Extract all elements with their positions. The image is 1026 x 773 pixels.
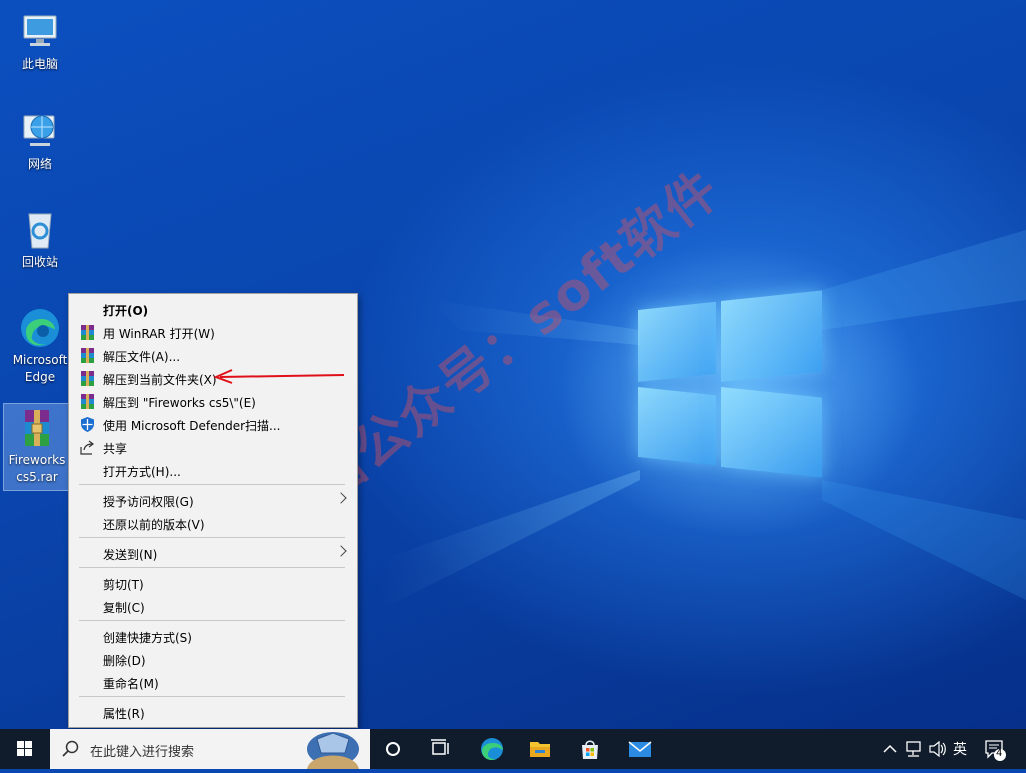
menu-item-share[interactable]: 共享 (69, 436, 357, 459)
desktop-icon-label: 网络 (27, 157, 52, 171)
menu-separator (79, 537, 345, 538)
winrar-icon (79, 347, 96, 364)
annotation-arrow (213, 369, 345, 384)
menu-item-open-with-winrar[interactable]: 用 WinRAR 打开(W) (69, 321, 357, 344)
edge-icon (481, 738, 503, 761)
desktop: 此电脑 网络 回收站 Microsoft Edge Fireworks cs5.… (0, 0, 1026, 729)
action-center-button[interactable]: 4 (982, 729, 1008, 769)
menu-item-grant-access[interactable]: 授予访问权限(G) (69, 489, 357, 512)
recycle-bin-icon (18, 208, 62, 252)
tray-volume[interactable] (927, 729, 949, 769)
store-icon (582, 740, 598, 759)
menu-item-rename[interactable]: 重命名(M) (69, 671, 357, 694)
desktop-icon-recycle-bin[interactable]: 回收站 (8, 208, 72, 271)
task-view-button[interactable] (424, 729, 458, 769)
cortana-button[interactable] (376, 729, 410, 769)
desktop-icon-edge[interactable]: Microsoft Edge (8, 306, 72, 386)
desktop-icon-label: 回收站 (21, 255, 58, 269)
tray-ime[interactable]: 英 (951, 729, 971, 769)
menu-separator (79, 567, 345, 568)
chevron-up-icon (883, 744, 897, 753)
file-explorer-icon (530, 742, 550, 757)
context-menu: 打开(O) 用 WinRAR 打开(W) 解压文件(A)... 解压到当前文件夹… (68, 293, 358, 728)
menu-item-create-shortcut[interactable]: 创建快捷方式(S) (69, 625, 357, 648)
desktop-icon-label: Microsoft (12, 353, 68, 367)
cortana-icon (386, 742, 400, 756)
menu-item-extract-files[interactable]: 解压文件(A)... (69, 344, 357, 367)
notification-count-badge: 4 (996, 748, 1003, 759)
menu-item-properties[interactable]: 属性(R) (69, 701, 357, 724)
tray-overflow-button[interactable] (880, 729, 900, 769)
menu-item-open-with[interactable]: 打开方式(H)... (69, 459, 357, 482)
taskbar-edge[interactable] (474, 729, 510, 769)
menu-item-restore-previous-versions[interactable]: 还原以前的版本(V) (69, 512, 357, 535)
network-icon (18, 110, 62, 154)
desktop-icon-label: Fireworks (8, 453, 66, 467)
desktop-icon-label: Edge (24, 370, 56, 384)
search-placeholder: 在此键入进行搜索 (90, 745, 195, 760)
menu-item-open[interactable]: 打开(O) (69, 298, 357, 321)
menu-item-delete[interactable]: 删除(D) (69, 648, 357, 671)
menu-item-copy[interactable]: 复制(C) (69, 595, 357, 618)
desktop-icon-fireworks-rar[interactable]: Fireworks cs5.rar (3, 403, 71, 491)
taskbar-store[interactable] (572, 729, 608, 769)
chevron-right-icon (335, 492, 347, 504)
menu-item-extract-to-folder[interactable]: 解压到 "Fireworks cs5\"(E) (69, 390, 357, 413)
share-icon (79, 439, 96, 456)
taskbar-mail[interactable] (622, 729, 658, 769)
menu-separator (79, 620, 345, 621)
menu-item-send-to[interactable]: 发送到(N) (69, 542, 357, 565)
search-highlight-image (295, 729, 370, 769)
taskbar-file-explorer[interactable] (522, 729, 558, 769)
volume-icon (929, 740, 946, 758)
tray-network[interactable] (903, 729, 925, 769)
desktop-icon-label: 此电脑 (21, 57, 58, 71)
menu-separator (79, 696, 345, 697)
chevron-right-icon (335, 545, 347, 557)
winrar-icon (79, 393, 96, 410)
desktop-icon-this-pc[interactable]: 此电脑 (8, 10, 72, 73)
taskbar-search-box[interactable]: 在此键入进行搜索 (50, 729, 370, 769)
winrar-icon (79, 370, 96, 387)
search-icon (62, 740, 79, 757)
winrar-icon (79, 324, 96, 341)
menu-item-defender-scan[interactable]: 使用 Microsoft Defender扫描... (69, 413, 357, 436)
ime-indicator: 英 (953, 742, 967, 758)
menu-separator (79, 484, 345, 485)
start-button[interactable] (0, 729, 50, 769)
task-view-icon (431, 739, 449, 755)
mail-icon (628, 741, 652, 757)
edge-icon (18, 306, 62, 350)
desktop-icon-network[interactable]: 网络 (8, 110, 72, 173)
defender-shield-icon (79, 416, 96, 433)
taskbar: 在此键入进行搜索 英 4 (0, 729, 1026, 769)
desktop-icon-label: cs5.rar (16, 470, 58, 484)
windows-start-icon (17, 741, 32, 756)
menu-item-cut[interactable]: 剪切(T) (69, 572, 357, 595)
notification-icon (985, 740, 1006, 761)
network-status-icon (906, 741, 921, 757)
computer-icon (18, 10, 62, 54)
winrar-archive-icon (15, 406, 59, 450)
